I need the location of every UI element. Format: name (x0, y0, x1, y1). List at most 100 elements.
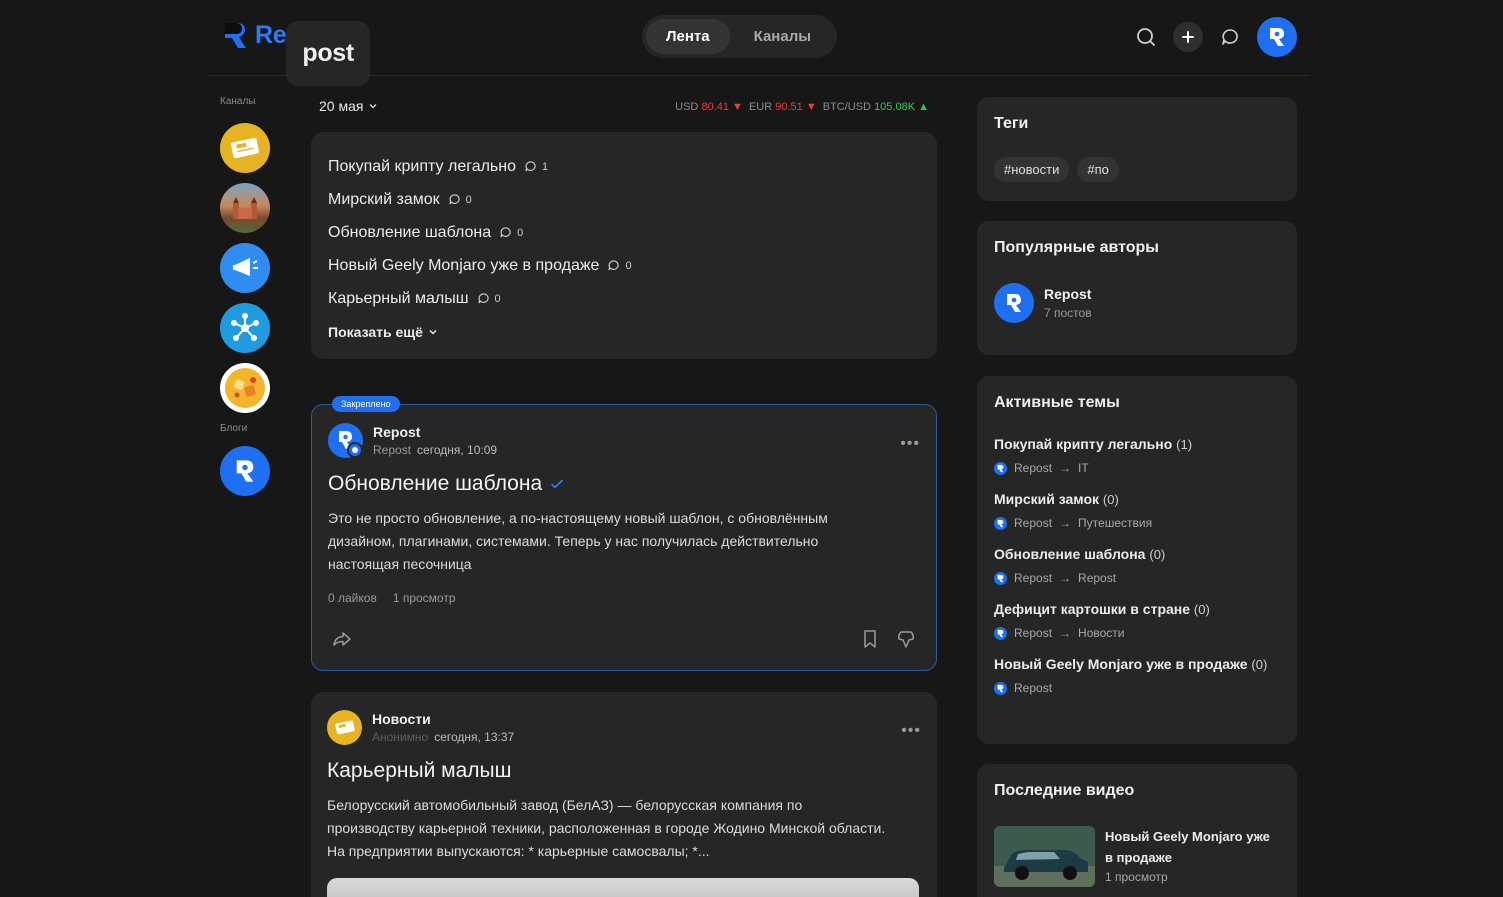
main-nav: Лента Каналы (642, 15, 837, 58)
post-time: сегодня, 10:09 (417, 443, 498, 457)
topic-item[interactable]: Новый Geely Monjaro уже в продаже 0 (328, 249, 920, 282)
active-topic-count: (0) (1102, 492, 1119, 507)
user-avatar[interactable] (1257, 17, 1297, 57)
chat-icon (1222, 29, 1238, 45)
author-avatar (994, 283, 1034, 323)
megaphone-icon (233, 258, 258, 276)
topic-channel: Repost (1078, 571, 1117, 585)
active-topic-title: Дефицит картошки в стране (994, 601, 1191, 617)
repost-logo-icon (1007, 294, 1021, 312)
active-topic-title: Мирский замок (994, 491, 1100, 507)
arrow-icon: → (1059, 516, 1072, 530)
post-image[interactable] (327, 878, 919, 897)
author-item[interactable]: Repost 7 постов (994, 283, 1280, 323)
post-title[interactable]: Карьерный малыш (327, 759, 921, 783)
video-thumbnail (994, 826, 1095, 887)
search-button[interactable] (1131, 22, 1161, 52)
channel-news[interactable] (220, 123, 270, 173)
author-name[interactable]: Repost (373, 424, 497, 440)
bookmark-icon[interactable] (862, 629, 878, 649)
topic-item[interactable]: Обновление шаблона 0 (328, 216, 920, 249)
share-icon[interactable] (332, 629, 352, 649)
active-topic-title: Покупай крипту легально (994, 436, 1173, 452)
post-body: Белорусский автомобильный завод (БелАЗ) … (327, 797, 886, 859)
active-topic-item[interactable]: Мирский замок (0) Repost → Путешествия (994, 491, 1280, 530)
rate-btc: BTC/USD 105.08K ▲ (822, 101, 929, 113)
repost-logo-icon (994, 461, 1007, 475)
post-title[interactable]: Обновление шаблона (328, 472, 920, 496)
channel-castle[interactable] (220, 183, 270, 233)
post-source: Анонимно (372, 730, 429, 744)
topic-title: Покупай крипту легально (328, 157, 516, 175)
topic-title: Мирский замок (328, 190, 440, 208)
comment-icon (500, 227, 511, 238)
author-name: Repost (1044, 286, 1092, 302)
tag-item[interactable]: #по (1077, 157, 1119, 182)
comment-icon (525, 161, 536, 172)
post-title-text: Карьерный малыш (327, 759, 512, 782)
views-count: 1 просмотр (392, 591, 456, 605)
active-topic-count: (0) (1251, 657, 1268, 672)
active-topic-item[interactable]: Обновление шаблона (0) Repost → Repost (994, 546, 1280, 585)
arrow-icon: → (1059, 461, 1072, 475)
rate-eur: EUR 90.51 ▼ (748, 101, 817, 113)
author-name[interactable]: Новости (372, 711, 514, 727)
dislike-icon[interactable] (896, 629, 916, 649)
active-topic-count: (0) (1193, 602, 1210, 617)
show-more-label: Показать ещё (328, 324, 423, 340)
food-icon (225, 368, 265, 408)
more-icon[interactable]: ••• (901, 722, 921, 740)
messages-button[interactable] (1215, 22, 1245, 52)
active-topic-item[interactable]: Новый Geely Monjaro уже в продаже (0) Re… (994, 656, 1280, 695)
search-icon (1137, 28, 1155, 46)
topic-channel: IT (1078, 461, 1089, 475)
post-source[interactable]: Repost (373, 443, 411, 457)
top-header: Re post Лента Каналы (209, 0, 1309, 86)
repost-logo-icon (994, 571, 1007, 585)
popular-authors-card: Популярные авторы Repost 7 постов (977, 221, 1297, 355)
comment-count: 1 (542, 160, 549, 173)
channel-food[interactable] (220, 363, 270, 413)
create-button[interactable] (1173, 22, 1203, 52)
more-icon[interactable]: ••• (900, 435, 920, 453)
topic-item[interactable]: Карьерный малыш 0 (328, 282, 920, 315)
comment-count: 0 (494, 292, 501, 305)
active-topic-count: (0) (1149, 547, 1166, 562)
tab-feed[interactable]: Лента (646, 19, 730, 54)
topic-author: Repost (1014, 626, 1053, 640)
repost-logo-icon (994, 681, 1007, 695)
post-card-pinned[interactable]: Закреплено Repost Repost сегодня, 10:09 •… (311, 396, 937, 671)
author-post-count: 7 постов (1044, 306, 1092, 320)
video-item[interactable]: Новый Geely Monjaro уже в продаже 1 прос… (994, 826, 1280, 887)
newspaper-icon (230, 137, 260, 159)
comment-count: 0 (625, 259, 632, 272)
repost-logo-icon (339, 431, 363, 458)
topic-item[interactable]: Покупай крипту легально 1 (328, 150, 920, 183)
comment-icon (477, 293, 489, 304)
active-topic-item[interactable]: Покупай крипту легально (1) Repost → IT (994, 436, 1280, 475)
channel-megaphone[interactable] (220, 243, 270, 293)
likes-count: 0 лайков (328, 591, 377, 605)
post-card[interactable]: Новости Анонимно сегодня, 13:37 ••• Карье… (311, 692, 937, 897)
topic-author: Repost (1014, 681, 1053, 695)
rate-usd: USD 80.41 ▼ (675, 101, 743, 113)
author-avatar[interactable] (328, 423, 363, 458)
tab-channels[interactable]: Каналы (734, 19, 831, 54)
comment-count: 0 (517, 226, 524, 239)
active-topic-item[interactable]: Дефицит картошки в стране (0) Repost → Нов… (994, 601, 1280, 640)
show-more-button[interactable]: Показать ещё (328, 324, 920, 340)
tags-title: Теги (994, 115, 1029, 132)
topic-title: Обновление шаблона (328, 223, 492, 241)
blog-repost[interactable] (220, 446, 270, 496)
active-topic-count: (1) (1176, 437, 1193, 452)
tag-item[interactable]: #новости (994, 157, 1070, 182)
topic-item[interactable]: Мирский замок 0 (328, 183, 920, 216)
left-rail: Каналы Блоги (220, 96, 272, 506)
car-image (994, 826, 1095, 887)
channel-network[interactable] (220, 303, 270, 353)
logo[interactable]: Re post (223, 20, 370, 86)
videos-title: Последние видео (994, 782, 1135, 799)
date-selector[interactable]: 20 мая (319, 98, 378, 114)
plus-icon (1182, 31, 1194, 43)
author-avatar[interactable] (327, 710, 362, 745)
